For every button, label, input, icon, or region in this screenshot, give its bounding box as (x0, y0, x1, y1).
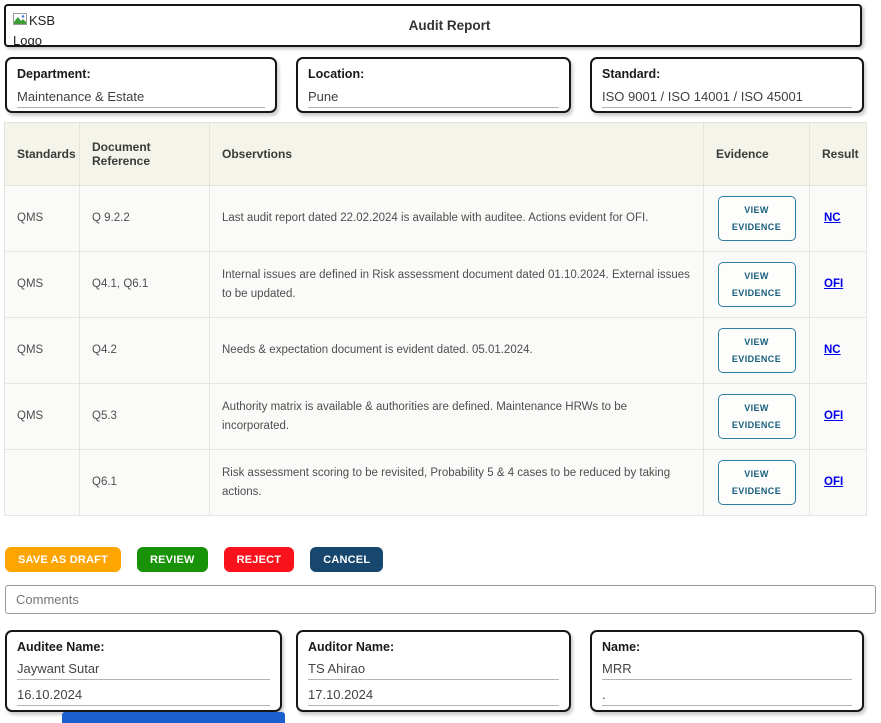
mrr-name-label: Name: (602, 640, 852, 654)
col-standards: Standards (5, 123, 80, 186)
doc-ref-cell: Q6.1 (80, 450, 210, 516)
result-link[interactable]: NC (824, 212, 841, 224)
table-row: QMS Q4.1, Q6.1 Internal issues are defin… (5, 252, 867, 318)
action-button-row: SAVE AS DRAFT REVIEW REJECT CANCEL (5, 547, 383, 572)
observation-cell: Last audit report dated 22.02.2024 is av… (210, 186, 704, 252)
table-header-row: Standards Document Reference Observtions… (5, 123, 867, 186)
location-panel: Location: Pune (296, 57, 571, 113)
auditor-date-field[interactable]: 17.10.2024 (308, 687, 559, 706)
view-evidence-button[interactable]: VIEW EVIDENCE (718, 196, 796, 240)
doc-ref-cell: Q 9.2.2 (80, 186, 210, 252)
auditee-name-label: Auditee Name: (17, 640, 270, 654)
doc-ref-cell: Q4.2 (80, 318, 210, 384)
auditee-name-field[interactable]: Jaywant Sutar (17, 661, 270, 680)
observation-cell: Needs & expectation document is evident … (210, 318, 704, 384)
standard-label: Standard: (602, 67, 852, 81)
comments-input[interactable] (5, 585, 876, 614)
view-evidence-button[interactable]: VIEW EVIDENCE (718, 328, 796, 372)
logo-broken-image: KSB Logo (13, 6, 79, 47)
view-evidence-button[interactable]: VIEW EVIDENCE (718, 262, 796, 306)
audit-observations-table: Standards Document Reference Observtions… (4, 122, 867, 516)
result-link[interactable]: NC (824, 344, 841, 356)
auditee-panel: Auditee Name: Jaywant Sutar 16.10.2024 (5, 630, 282, 712)
standard-cell: QMS (5, 252, 80, 318)
standard-cell: QMS (5, 186, 80, 252)
result-link[interactable]: OFI (824, 278, 843, 290)
reject-button[interactable]: REJECT (224, 547, 295, 572)
mrr-name-field[interactable]: MRR (602, 661, 852, 680)
observation-cell: Authority matrix is available & authorit… (210, 384, 704, 450)
auditor-name-field[interactable]: TS Ahirao (308, 661, 559, 680)
table-row: QMS Q5.3 Authority matrix is available &… (5, 384, 867, 450)
observation-cell: Internal issues are defined in Risk asse… (210, 252, 704, 318)
col-observations: Observtions (210, 123, 704, 186)
standard-cell (5, 450, 80, 516)
auditee-date-field[interactable]: 16.10.2024 (17, 687, 270, 706)
table-row: Q6.1 Risk assessment scoring to be revis… (5, 450, 867, 516)
mrr-date-field[interactable]: . (602, 687, 852, 706)
auditor-name-label: Auditor Name: (308, 640, 559, 654)
department-field[interactable]: Maintenance & Estate (17, 89, 265, 108)
cancel-button[interactable]: CANCEL (310, 547, 383, 572)
table-row: QMS Q 9.2.2 Last audit report dated 22.0… (5, 186, 867, 252)
doc-ref-cell: Q4.1, Q6.1 (80, 252, 210, 318)
auditor-panel: Auditor Name: TS Ahirao 17.10.2024 (296, 630, 571, 712)
doc-ref-cell: Q5.3 (80, 384, 210, 450)
result-link[interactable]: OFI (824, 476, 843, 488)
location-label: Location: (308, 67, 559, 81)
standard-field[interactable]: ISO 9001 / ISO 14001 / ISO 45001 (602, 89, 852, 108)
col-evidence: Evidence (704, 123, 810, 186)
standard-panel: Standard: ISO 9001 / ISO 14001 / ISO 450… (590, 57, 864, 113)
standard-cell: QMS (5, 384, 80, 450)
department-label: Department: (17, 67, 265, 81)
partial-bottom-button[interactable] (62, 712, 285, 723)
observation-cell: Risk assessment scoring to be revisited,… (210, 450, 704, 516)
report-header: KSB Logo Audit Report (4, 4, 862, 47)
save-as-draft-button[interactable]: SAVE AS DRAFT (5, 547, 121, 572)
department-panel: Department: Maintenance & Estate (5, 57, 277, 113)
view-evidence-button[interactable]: VIEW EVIDENCE (718, 460, 796, 504)
standard-cell: QMS (5, 318, 80, 384)
location-field[interactable]: Pune (308, 89, 559, 108)
page-title: Audit Report (79, 18, 860, 33)
mrr-panel: Name: MRR . (590, 630, 864, 712)
col-result: Result (810, 123, 867, 186)
result-link[interactable]: OFI (824, 410, 843, 422)
view-evidence-button[interactable]: VIEW EVIDENCE (718, 394, 796, 438)
col-document-reference: Document Reference (80, 123, 210, 186)
table-row: QMS Q4.2 Needs & expectation document is… (5, 318, 867, 384)
review-button[interactable]: REVIEW (137, 547, 208, 572)
broken-image-icon (13, 13, 28, 26)
